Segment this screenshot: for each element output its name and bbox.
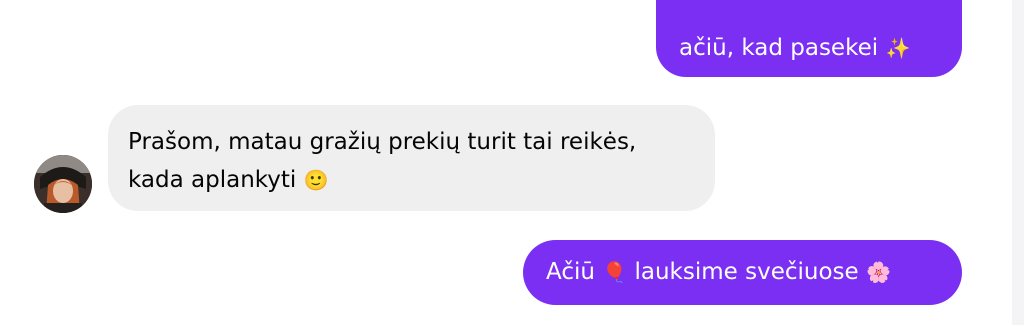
sent-message-bubble[interactable]: Ačiū 🎈 lauksime svečiuose 🌸 bbox=[523, 240, 962, 305]
received-message-bubble[interactable]: Prašom, matau gražių prekių turit tai re… bbox=[108, 105, 715, 211]
cherry-blossom-emoji-icon: 🌸 bbox=[865, 260, 891, 284]
contact-avatar[interactable] bbox=[34, 155, 92, 213]
message-text-line-2: kada aplankyti 🙂 bbox=[128, 164, 695, 202]
smiling-face-emoji-icon: 🙂 bbox=[303, 168, 329, 192]
sparkles-emoji-icon: ✨ bbox=[885, 36, 911, 60]
sent-message-bubble[interactable]: ačiū, kad pasekei ✨ bbox=[656, 0, 962, 77]
message-text: Ačiū bbox=[546, 259, 595, 285]
avatar-portrait-icon bbox=[34, 155, 92, 213]
message-text: kada aplankyti bbox=[128, 167, 297, 193]
scrollbar[interactable] bbox=[1012, 0, 1024, 325]
message-text: ačiū, kad pasekei bbox=[679, 35, 879, 61]
message-text-line-1: Prašom, matau gražių prekių turit tai re… bbox=[128, 129, 637, 155]
balloon-emoji-icon: 🎈 bbox=[602, 260, 628, 284]
message-text: lauksime svečiuose bbox=[634, 259, 859, 285]
